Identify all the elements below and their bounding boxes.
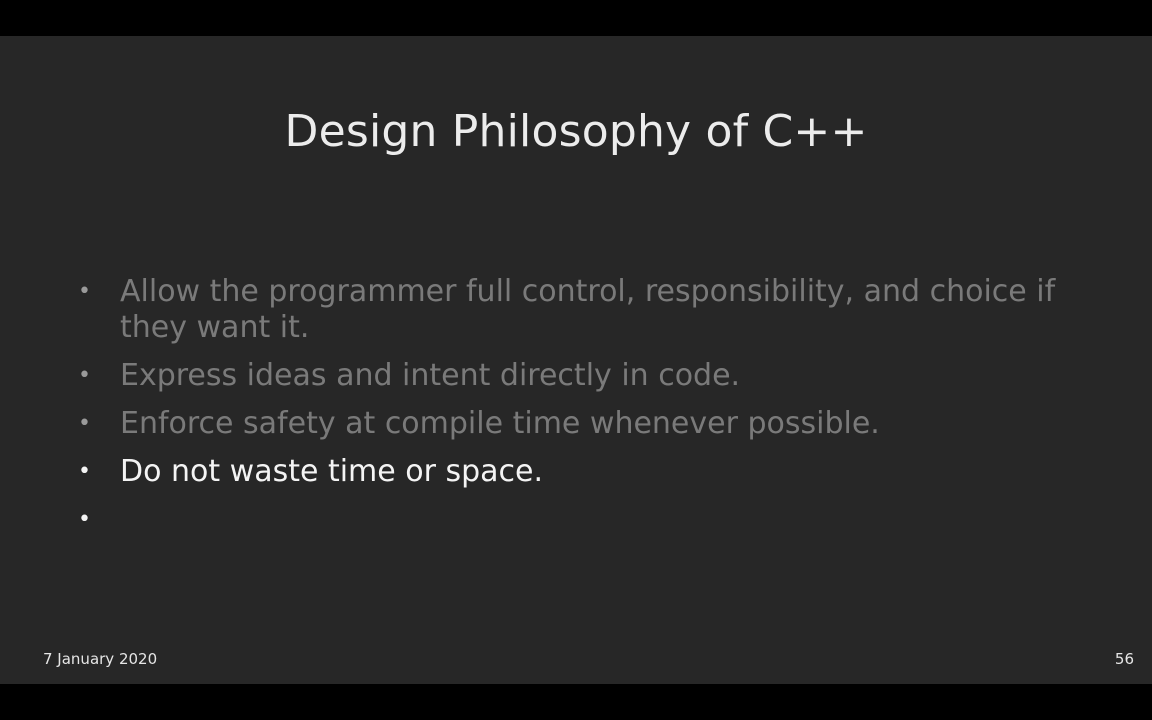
bullet-text: Do not waste time or space. (120, 454, 544, 489)
bullet-item-3: • Enforce safety at compile time wheneve… (76, 406, 1076, 442)
page-number: 56 (1114, 650, 1134, 668)
slide-title: Design Philosophy of C++ (284, 106, 868, 157)
bullet-text: Enforce safety at compile time whenever … (120, 406, 880, 441)
bullet-dot-icon: • (78, 363, 91, 388)
bullet-text: Allow the programmer full control, respo… (120, 274, 1056, 345)
footer-date: 7 January 2020 (43, 650, 158, 668)
bullet-item-4: • Do not waste time or space. (76, 454, 1076, 490)
bullet-dot-icon: • (78, 279, 91, 304)
letterbox-top (0, 0, 1152, 36)
bullet-item-5: • (76, 502, 1076, 538)
bullet-dot-icon: • (78, 411, 91, 436)
bullet-item-1: • Allow the programmer full control, res… (76, 274, 1076, 346)
bullet-list: • Allow the programmer full control, res… (76, 274, 1076, 550)
presentation-slide: Design Philosophy of C++ • Allow the pro… (0, 36, 1152, 684)
bullet-text: Express ideas and intent directly in cod… (120, 358, 741, 393)
bullet-dot-icon: • (78, 507, 91, 532)
bullet-item-2: • Express ideas and intent directly in c… (76, 358, 1076, 394)
letterbox-bottom (0, 684, 1152, 720)
bullet-dot-icon: • (78, 459, 91, 484)
